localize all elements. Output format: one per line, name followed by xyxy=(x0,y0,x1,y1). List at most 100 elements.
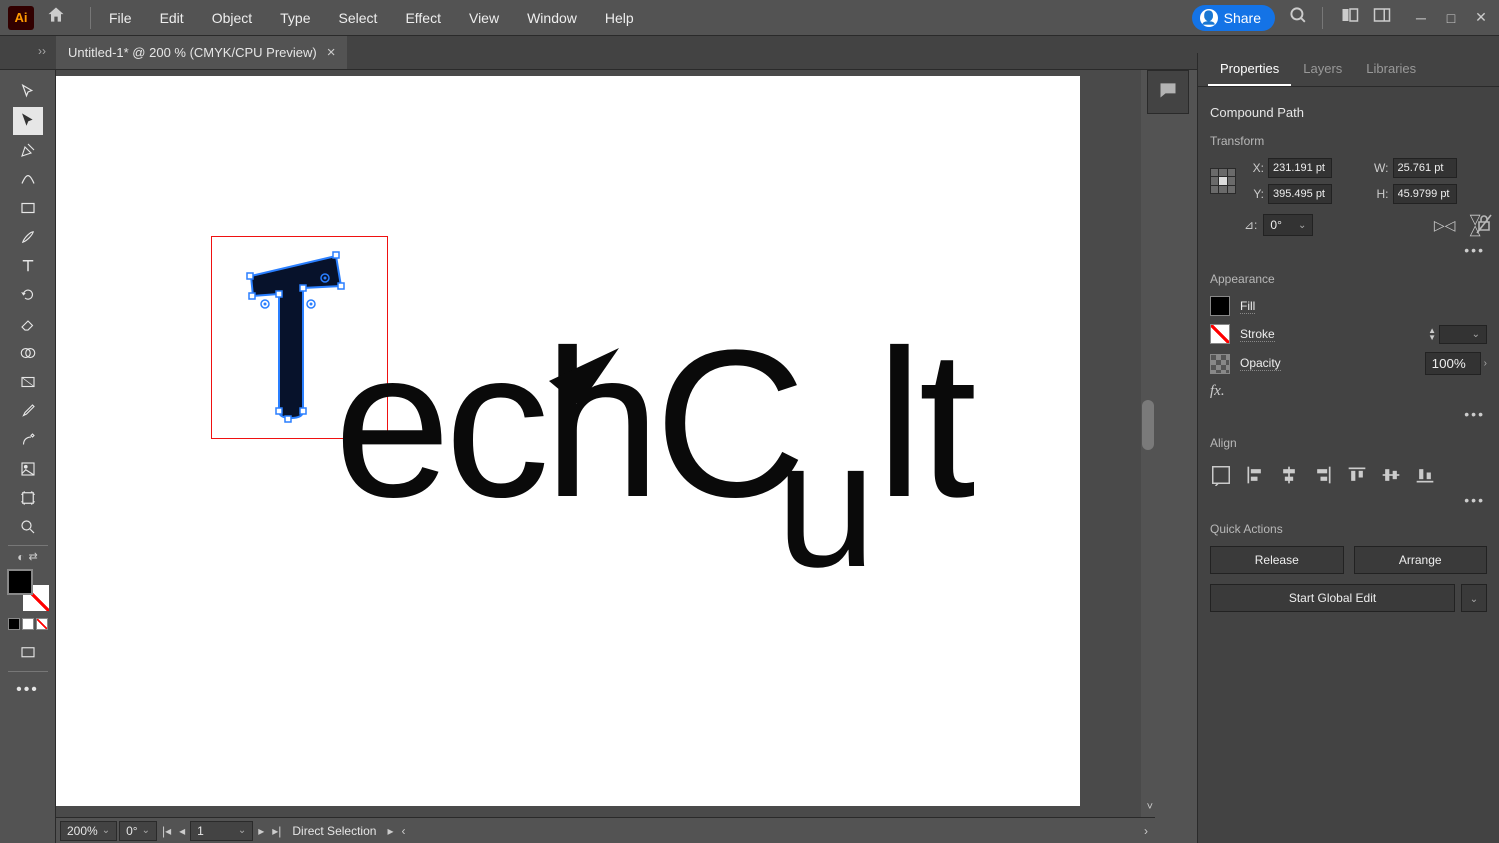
next-artboard-icon[interactable]: ▸ xyxy=(255,824,267,838)
swap-default-colors[interactable]: ◐⇄ xyxy=(17,550,37,564)
document-tab[interactable]: Untitled-1* @ 200 % (CMYK/CPU Preview) × xyxy=(56,36,347,69)
transform-w-input[interactable] xyxy=(1393,158,1457,178)
menu-view[interactable]: View xyxy=(455,6,513,30)
eraser-tool-icon[interactable] xyxy=(13,310,43,338)
tab-layers[interactable]: Layers xyxy=(1291,53,1354,86)
status-play-icon[interactable]: ▸ xyxy=(384,824,396,838)
eyedropper-tool-icon[interactable] xyxy=(13,397,43,425)
separator xyxy=(1322,7,1323,29)
align-more-icon[interactable]: ••• xyxy=(1210,492,1485,508)
angle-icon: ⊿: xyxy=(1244,218,1257,232)
menu-type[interactable]: Type xyxy=(266,6,324,30)
menu-help[interactable]: Help xyxy=(591,6,648,30)
tab-properties[interactable]: Properties xyxy=(1208,53,1291,86)
menu-file[interactable]: File xyxy=(95,6,146,30)
global-edit-dropdown-icon[interactable]: ⌄ xyxy=(1461,584,1487,612)
rotate-view[interactable]: 0°⌄ xyxy=(119,821,157,841)
opacity-dropdown-icon[interactable]: › xyxy=(1484,358,1487,369)
opacity-label[interactable]: Opacity xyxy=(1240,356,1281,371)
align-bottom-icon[interactable] xyxy=(1414,464,1436,486)
stroke-weight-stepper[interactable]: ▲▼ xyxy=(1428,327,1436,341)
opacity-swatch-icon[interactable] xyxy=(1210,354,1230,374)
menu-object[interactable]: Object xyxy=(198,6,266,30)
start-global-edit-button[interactable]: Start Global Edit xyxy=(1210,584,1455,612)
home-icon[interactable] xyxy=(46,5,66,30)
minimize-icon[interactable]: ─ xyxy=(1411,10,1431,26)
scroll-thumb[interactable] xyxy=(1142,400,1154,450)
type-tool-icon[interactable] xyxy=(13,252,43,280)
search-icon[interactable] xyxy=(1289,6,1308,30)
direct-selection-tool-icon[interactable] xyxy=(13,107,43,135)
vertical-scrollbar[interactable]: ˄ ˅ xyxy=(1141,70,1155,817)
color-mode-icon[interactable] xyxy=(8,618,20,630)
expand-toolbar-icon[interactable]: ›› xyxy=(38,44,46,58)
close-tab-icon[interactable]: × xyxy=(327,44,336,61)
zoom-level[interactable]: 200%⌄ xyxy=(60,821,117,841)
arrange-documents-icon[interactable] xyxy=(1341,6,1359,29)
panel-tabs: Properties Layers Libraries xyxy=(1198,53,1499,87)
prev-artboard-icon[interactable]: ◂ xyxy=(176,824,188,838)
scroll-right-icon[interactable]: › xyxy=(1141,824,1151,838)
rotate-tool-icon[interactable] xyxy=(13,281,43,309)
gradient-mode-icon[interactable] xyxy=(22,618,34,630)
menu-window[interactable]: Window xyxy=(513,6,591,30)
stroke-color-swatch[interactable] xyxy=(1210,324,1230,344)
logo-text: echC u lt xyxy=(334,306,974,626)
rectangle-tool-icon[interactable] xyxy=(13,194,43,222)
transform-x-input[interactable] xyxy=(1268,158,1332,178)
menu-select[interactable]: Select xyxy=(325,6,392,30)
arrange-button[interactable]: Arrange xyxy=(1354,546,1488,574)
artboard-number[interactable]: 1⌄ xyxy=(190,821,253,841)
appearance-more-icon[interactable]: ••• xyxy=(1210,406,1485,422)
gradient-tool-icon[interactable] xyxy=(13,368,43,396)
canvas-viewport[interactable]: echC u lt ˄ ˅ xyxy=(56,70,1155,817)
rotate-angle-input[interactable]: 0°⌄ xyxy=(1263,214,1313,236)
none-mode-icon[interactable] xyxy=(36,618,48,630)
align-top-icon[interactable] xyxy=(1346,464,1368,486)
transform-h-input[interactable] xyxy=(1393,184,1457,204)
shape-builder-tool-icon[interactable] xyxy=(13,339,43,367)
flip-vertical-icon[interactable]: ▷◁ xyxy=(1468,214,1485,236)
share-button[interactable]: 👤 Share xyxy=(1192,5,1275,31)
fill-swatch[interactable] xyxy=(7,569,33,595)
align-right-icon[interactable] xyxy=(1312,464,1334,486)
menu-effect[interactable]: Effect xyxy=(391,6,455,30)
stroke-weight-input[interactable]: ⌄ xyxy=(1439,325,1487,344)
zoom-tool-icon[interactable] xyxy=(13,513,43,541)
comments-panel-icon[interactable] xyxy=(1147,70,1189,114)
screen-mode-icon[interactable] xyxy=(13,639,43,667)
tab-libraries[interactable]: Libraries xyxy=(1354,53,1428,86)
align-left-icon[interactable] xyxy=(1244,464,1266,486)
last-artboard-icon[interactable]: ▸| xyxy=(269,824,284,838)
workspace-icon[interactable] xyxy=(1373,6,1391,29)
place-tool-icon[interactable] xyxy=(13,455,43,483)
paintbrush-tool-icon[interactable] xyxy=(13,223,43,251)
pen-tool-icon[interactable] xyxy=(13,136,43,164)
artboard[interactable]: echC u lt xyxy=(56,76,1080,806)
align-vcenter-icon[interactable] xyxy=(1380,464,1402,486)
fill-stroke-swatches[interactable] xyxy=(7,569,49,611)
align-to-icon[interactable] xyxy=(1210,464,1232,486)
reference-point-icon[interactable] xyxy=(1210,168,1236,194)
edit-toolbar-icon[interactable]: ••• xyxy=(13,676,43,704)
opacity-input[interactable] xyxy=(1425,352,1481,375)
fill-color-swatch[interactable] xyxy=(1210,296,1230,316)
maximize-icon[interactable]: □ xyxy=(1441,10,1461,26)
flip-horizontal-icon[interactable]: ▷◁ xyxy=(1434,217,1456,234)
symbol-sprayer-tool-icon[interactable] xyxy=(13,426,43,454)
align-hcenter-icon[interactable] xyxy=(1278,464,1300,486)
stroke-label[interactable]: Stroke xyxy=(1240,327,1275,342)
transform-more-icon[interactable]: ••• xyxy=(1210,242,1485,258)
close-icon[interactable]: ✕ xyxy=(1471,10,1491,26)
curvature-tool-icon[interactable] xyxy=(13,165,43,193)
transform-y-input[interactable] xyxy=(1268,184,1332,204)
menu-edit[interactable]: Edit xyxy=(146,6,198,30)
selection-tool-icon[interactable] xyxy=(13,78,43,106)
release-button[interactable]: Release xyxy=(1210,546,1344,574)
fx-icon[interactable]: fx. xyxy=(1210,383,1487,400)
artboard-tool-icon[interactable] xyxy=(13,484,43,512)
first-artboard-icon[interactable]: |◂ xyxy=(159,824,174,838)
fill-label[interactable]: Fill xyxy=(1240,299,1255,314)
scroll-left-icon[interactable]: ‹ xyxy=(398,824,408,838)
scroll-down-icon[interactable]: ˅ xyxy=(1147,801,1153,813)
